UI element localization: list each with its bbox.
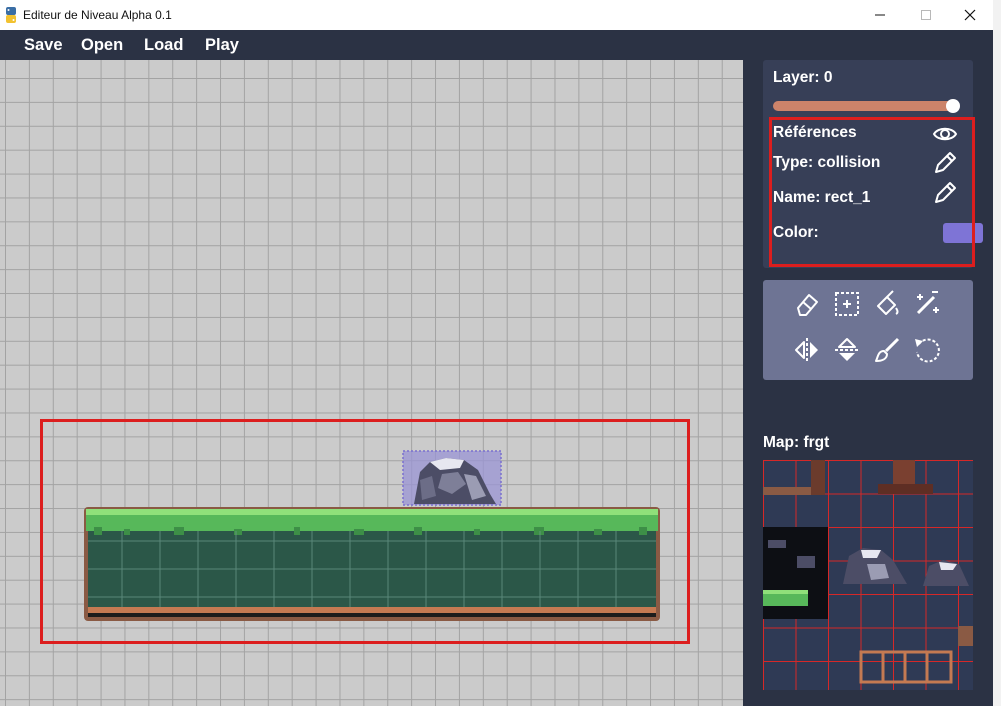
fill-bucket-tool[interactable] [870, 287, 904, 321]
load-menu[interactable]: Load [144, 36, 183, 55]
eraser-tool[interactable] [790, 287, 824, 321]
level-canvas[interactable] [0, 60, 743, 706]
side-panel: Layer: 0 Références Type: collision Name… [743, 60, 993, 706]
map-label: Map: frgt [763, 434, 830, 451]
tile-tree-trunk [811, 460, 825, 495]
brush-tool[interactable] [870, 333, 904, 367]
open-menu[interactable]: Open [81, 36, 123, 55]
layer-label: Layer: 0 [773, 69, 833, 86]
tile-barrel [958, 626, 973, 646]
flip-horizontal-tool[interactable] [790, 333, 824, 367]
tileset-palette[interactable] [763, 460, 973, 690]
selection-highlight-frame [40, 419, 690, 644]
flip-horizontal-icon [795, 338, 818, 362]
tools-panel [763, 280, 973, 380]
maximize-button[interactable] [903, 0, 949, 30]
minimize-icon [875, 14, 885, 16]
menu-bar: Save Open Load Play [0, 30, 993, 60]
save-menu[interactable]: Save [24, 36, 63, 55]
select-rect-icon [835, 292, 859, 316]
close-icon [964, 9, 976, 21]
app-window: Editeur de Niveau Alpha 0.1 Save Open Lo… [0, 0, 993, 706]
select-rect-tool[interactable] [830, 287, 864, 321]
brush-icon [875, 337, 900, 362]
tileset-tiles [763, 460, 973, 684]
layer-slider-handle[interactable] [946, 99, 960, 113]
close-button[interactable] [947, 0, 993, 30]
play-menu[interactable]: Play [205, 36, 239, 55]
rotate-tool[interactable] [910, 333, 944, 367]
title-bar: Editeur de Niveau Alpha 0.1 [0, 0, 993, 30]
background-window-edge [993, 0, 1001, 706]
rotate-icon [915, 338, 940, 363]
minimize-button[interactable] [857, 0, 903, 30]
fill-bucket-icon [877, 290, 899, 315]
eraser-icon [797, 294, 818, 316]
python-app-icon [6, 7, 16, 23]
flip-vertical-tool[interactable] [830, 333, 864, 367]
properties-highlight-frame [769, 117, 975, 267]
flip-vertical-icon [835, 338, 859, 361]
magic-wand-tool[interactable] [910, 287, 944, 321]
layer-slider[interactable] [773, 101, 955, 111]
window-title: Editeur de Niveau Alpha 0.1 [23, 8, 172, 22]
magic-wand-icon [916, 291, 939, 315]
maximize-icon [921, 10, 931, 20]
